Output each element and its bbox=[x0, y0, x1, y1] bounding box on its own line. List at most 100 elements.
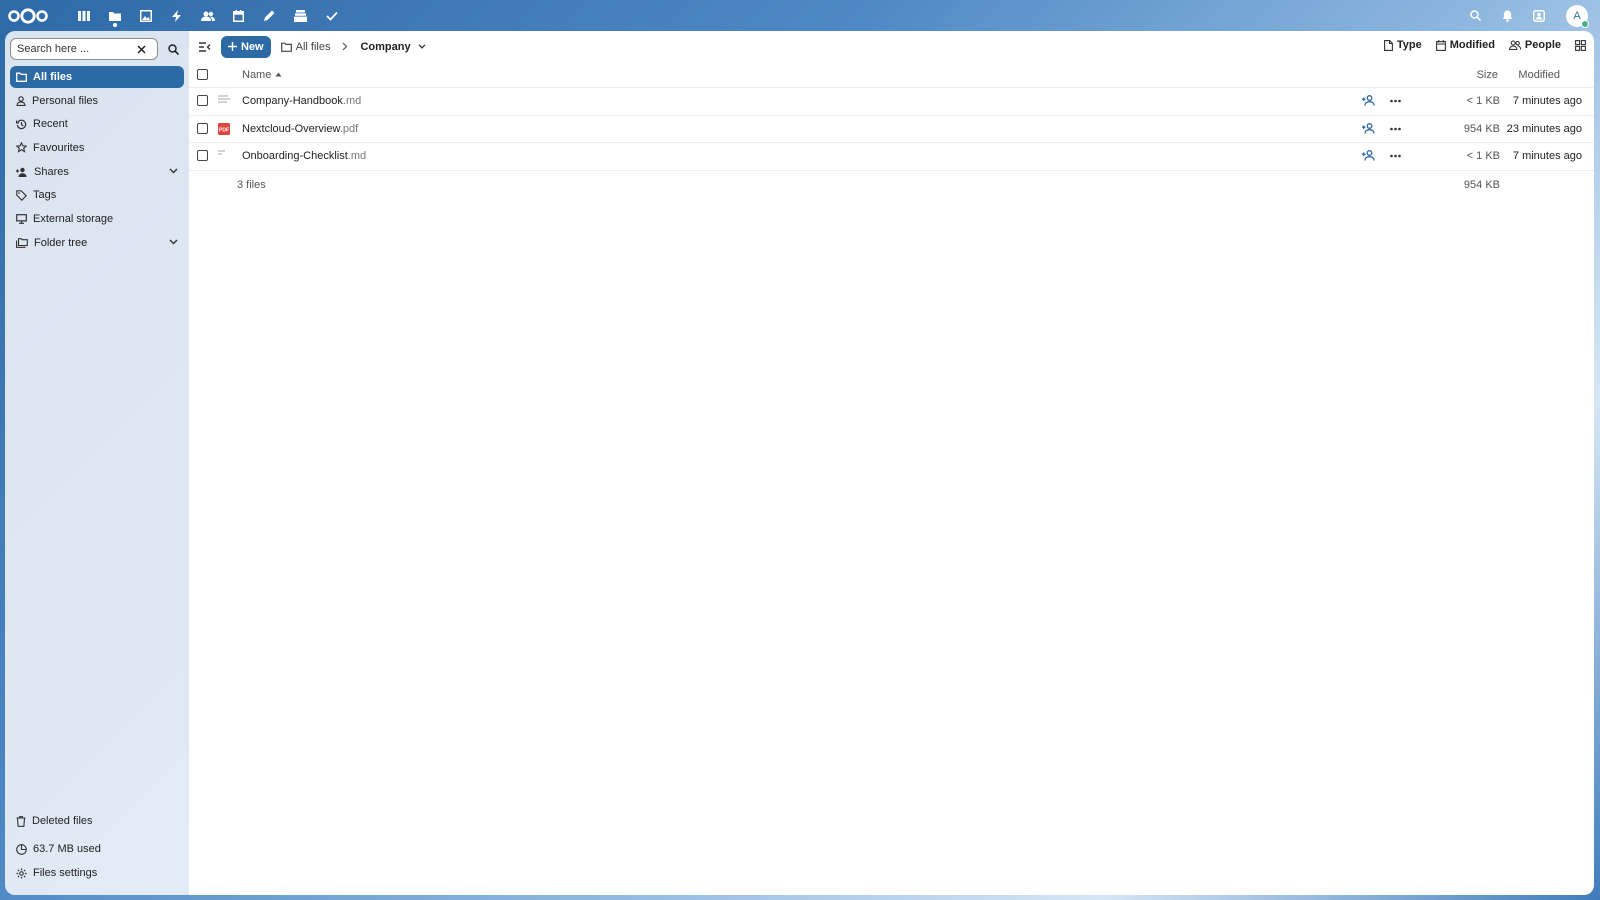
chevron-down-icon bbox=[418, 44, 426, 49]
new-button[interactable]: New bbox=[221, 35, 271, 58]
stack-icon[interactable] bbox=[285, 0, 316, 31]
file-name[interactable]: Onboarding-Checklist.md bbox=[242, 150, 366, 162]
people-icon bbox=[1508, 40, 1521, 50]
breadcrumb-label: Company bbox=[360, 40, 411, 53]
table-row[interactable]: PDF Nextcloud-Overview.pdf 954 KB 23 min… bbox=[189, 116, 1594, 143]
column-header-size: Size bbox=[1476, 68, 1498, 81]
file-extension: .md bbox=[347, 150, 367, 163]
chevron-down-icon[interactable] bbox=[169, 236, 178, 248]
table-row[interactable]: Onboarding-Checklist.md < 1 KB 7 minutes… bbox=[189, 143, 1594, 171]
chevron-down-icon[interactable] bbox=[169, 165, 178, 177]
sidebar-item-deleted-files[interactable]: Deleted files bbox=[10, 810, 184, 832]
sidebar-item-personal-files[interactable]: Personal files bbox=[10, 90, 184, 112]
folder-icon[interactable] bbox=[99, 0, 130, 31]
sidebar-item-all-files[interactable]: All files bbox=[10, 66, 184, 88]
breadcrumb: All files Company bbox=[280, 40, 426, 53]
avatar-initial: A bbox=[1573, 9, 1581, 22]
storage-usage[interactable]: 63.7 MB used bbox=[10, 838, 184, 860]
top-header: A bbox=[0, 0, 1600, 31]
dashboard-icon[interactable] bbox=[68, 0, 99, 31]
pdf-file-icon: PDF bbox=[217, 122, 231, 136]
table-row[interactable]: Company-Handbook.md < 1 KB 7 minutes ago bbox=[189, 88, 1594, 116]
more-actions-icon[interactable] bbox=[1390, 150, 1401, 165]
search-input[interactable] bbox=[17, 43, 137, 55]
sidebar-item-tags[interactable]: Tags bbox=[10, 184, 184, 206]
sidebar-item-external-storage[interactable]: External storage bbox=[10, 208, 184, 230]
files-table-header: Name Size Modified bbox=[189, 62, 1594, 88]
contacts-menu-icon[interactable] bbox=[1526, 0, 1552, 31]
text-file-icon bbox=[217, 149, 231, 163]
file-count: 3 files bbox=[237, 178, 266, 191]
breadcrumb-all-files[interactable]: All files bbox=[280, 40, 331, 53]
column-header-name: Name bbox=[242, 68, 272, 81]
filter-modified-button[interactable]: Modified bbox=[1435, 39, 1495, 51]
grid-view-button[interactable] bbox=[1575, 39, 1586, 51]
column-header-modified: Modified bbox=[1518, 68, 1560, 81]
sort-by-modified[interactable]: Modified bbox=[1518, 69, 1560, 81]
breadcrumb-company[interactable]: Company bbox=[360, 40, 426, 53]
sidebar-item-label: All files bbox=[33, 70, 73, 83]
file-basename: Nextcloud-Overview bbox=[242, 122, 340, 135]
history-icon bbox=[16, 119, 27, 130]
share-icon[interactable] bbox=[1362, 150, 1375, 164]
chevron-right-icon bbox=[342, 42, 348, 51]
file-basename: Company-Handbook bbox=[242, 95, 343, 108]
image-icon[interactable] bbox=[130, 0, 161, 31]
avatar[interactable]: A bbox=[1566, 4, 1589, 28]
sidebar-item-folder-tree[interactable]: Folder tree bbox=[10, 232, 184, 254]
header-right: A bbox=[1462, 0, 1589, 31]
sidebar-nav: All files Personal files Recent Favourit… bbox=[10, 66, 184, 254]
clear-icon[interactable] bbox=[137, 44, 146, 54]
sidebar-item-label: Tags bbox=[33, 189, 57, 202]
checkmark-icon[interactable] bbox=[316, 0, 347, 31]
breadcrumb-label: All files bbox=[295, 40, 331, 53]
file-modified: 7 minutes ago bbox=[1512, 95, 1582, 108]
sidebar-item-favourites[interactable]: Favourites bbox=[10, 137, 184, 159]
file-modified: 23 minutes ago bbox=[1506, 122, 1582, 135]
file-name[interactable]: Company-Handbook.md bbox=[242, 95, 361, 107]
row-checkbox[interactable] bbox=[197, 150, 208, 162]
files-toolbar: New All files Company Type Modified Peop… bbox=[189, 31, 1594, 62]
bell-icon[interactable] bbox=[1494, 0, 1520, 31]
sidebar-item-recent[interactable]: Recent bbox=[10, 113, 184, 135]
file-extension: .pdf bbox=[339, 122, 359, 135]
search-field[interactable] bbox=[10, 38, 158, 60]
svg-text:PDF: PDF bbox=[219, 127, 229, 133]
files-main: New All files Company Type Modified Peop… bbox=[189, 31, 1594, 895]
calendar-icon[interactable] bbox=[223, 0, 254, 31]
filter-people-button[interactable]: People bbox=[1508, 39, 1561, 51]
select-all-checkbox[interactable] bbox=[197, 68, 208, 80]
filter-type-button[interactable]: Type bbox=[1383, 39, 1422, 51]
sort-by-name[interactable]: Name bbox=[242, 69, 282, 81]
row-checkbox[interactable] bbox=[197, 95, 208, 107]
row-checkbox[interactable] bbox=[197, 122, 208, 134]
file-icon bbox=[1383, 39, 1393, 51]
share-icon[interactable] bbox=[1362, 95, 1375, 109]
file-size: < 1 KB bbox=[1466, 150, 1500, 163]
nextcloud-logo-icon[interactable] bbox=[8, 7, 48, 24]
sidebar-item-shares[interactable]: Shares bbox=[10, 161, 184, 183]
filter-bar: Type Modified People bbox=[1383, 39, 1586, 51]
files-summary: 3 files 954 KB bbox=[189, 171, 1594, 199]
pencil-icon[interactable] bbox=[254, 0, 285, 31]
lightning-icon[interactable] bbox=[161, 0, 192, 31]
star-icon bbox=[16, 142, 27, 154]
search-icon[interactable] bbox=[168, 43, 179, 55]
file-basename: Onboarding-Checklist bbox=[242, 150, 348, 163]
more-actions-icon[interactable] bbox=[1390, 95, 1401, 110]
sort-by-size[interactable]: Size bbox=[1477, 69, 1498, 81]
share-icon[interactable] bbox=[1362, 122, 1375, 137]
folder-icon bbox=[16, 72, 27, 82]
sidebar-item-label: Favourites bbox=[33, 141, 85, 154]
share-icon bbox=[16, 167, 28, 177]
toggle-sidebar-icon[interactable] bbox=[197, 39, 213, 55]
more-actions-icon[interactable] bbox=[1390, 123, 1401, 138]
files-settings-button[interactable]: Files settings bbox=[10, 862, 184, 884]
sidebar-item-label: Personal files bbox=[32, 94, 99, 107]
search-icon[interactable] bbox=[1462, 0, 1488, 31]
file-name[interactable]: Nextcloud-Overview.pdf bbox=[242, 123, 358, 135]
people-icon[interactable] bbox=[192, 0, 223, 31]
monitor-icon bbox=[16, 214, 27, 224]
file-size: 954 KB bbox=[1463, 122, 1500, 135]
file-size: < 1 KB bbox=[1466, 95, 1500, 108]
